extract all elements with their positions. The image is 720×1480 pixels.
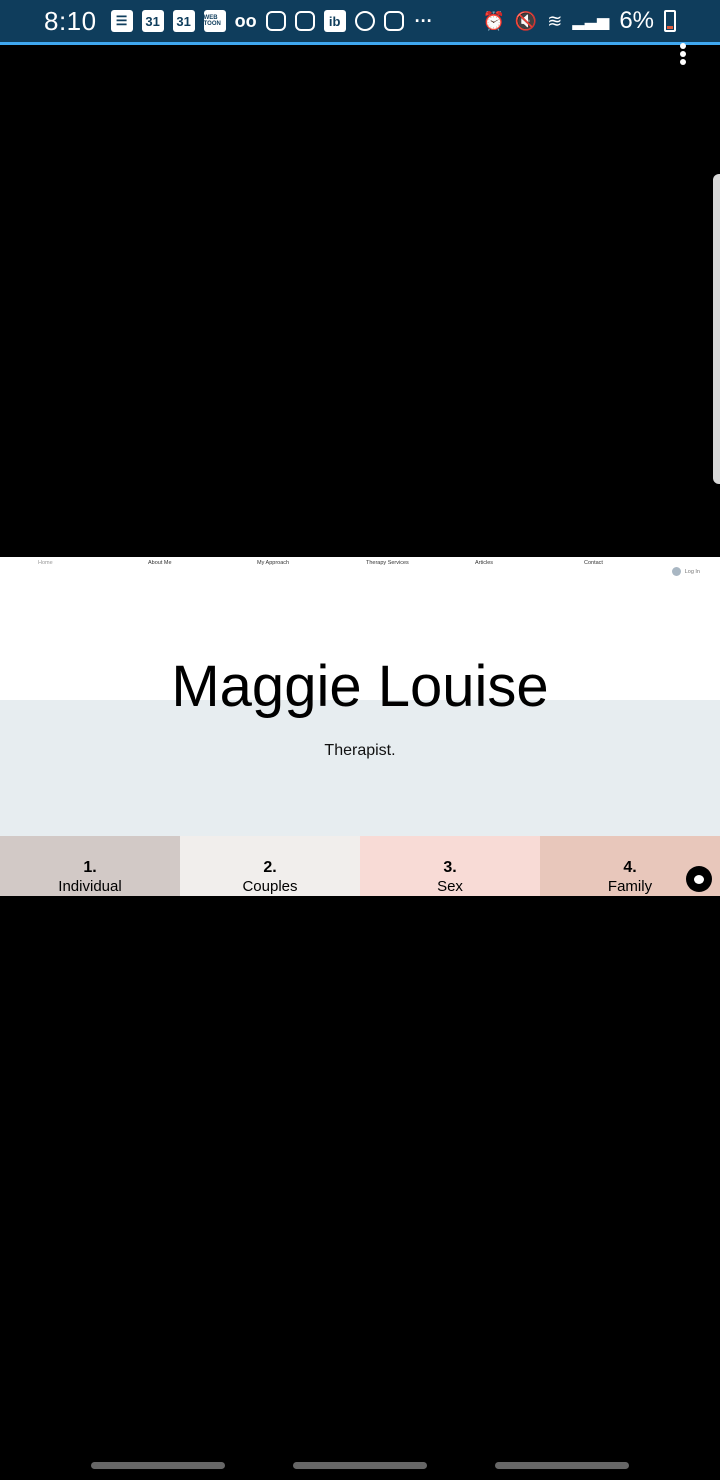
accent-line — [0, 42, 720, 45]
nav-about-me[interactable]: About Me — [148, 560, 172, 566]
site-subtitle: Therapist. — [324, 742, 396, 759]
site-title: Maggie Louise — [171, 654, 549, 719]
website-preview: Home About Me My Approach Therapy Servic… — [0, 557, 720, 896]
ib-icon: ib — [323, 10, 346, 32]
alarm-icon: ⏰ — [482, 10, 505, 31]
wifi-icon: ≋ — [547, 10, 563, 31]
service-card-sex[interactable]: 3. Sex — [360, 836, 540, 896]
service-card-individual[interactable]: 1. Individual — [0, 836, 180, 896]
message-icon: ☰ — [110, 10, 133, 32]
nav-home[interactable]: Home — [38, 560, 53, 566]
chat-bubble-icon — [694, 874, 704, 884]
card-label: Couples — [242, 878, 298, 895]
edge-panel-handle[interactable] — [713, 174, 720, 484]
calendar-icon: 31 — [141, 10, 164, 32]
signal-icon: ▂▃▅ — [572, 13, 610, 30]
chat-button[interactable] — [686, 866, 712, 892]
card-number: 2. — [263, 859, 277, 876]
mute-icon: 🔇 — [514, 10, 538, 31]
hero-band — [0, 700, 720, 836]
battery-percent: 6% — [619, 7, 654, 34]
whatsapp-icon — [354, 11, 375, 31]
calendar-icon: 31 — [172, 10, 195, 32]
gesture-hint-left[interactable] — [91, 1462, 225, 1469]
battery-icon — [664, 10, 676, 32]
login-button[interactable]: Log In — [671, 567, 700, 576]
gesture-hint-home[interactable] — [293, 1462, 427, 1469]
nav-my-approach[interactable]: My Approach — [257, 560, 289, 566]
gesture-hint-right[interactable] — [495, 1462, 629, 1469]
status-time: 8:10 — [44, 5, 97, 36]
nav-articles[interactable]: Articles — [475, 560, 493, 566]
card-label: Sex — [437, 878, 463, 895]
status-bar: 8:10 ☰ 31 31 WEB TOON oo ib ··· ⏰ 🔇 ≋ ▂▃… — [0, 0, 720, 42]
nav-contact[interactable]: Contact — [584, 560, 603, 566]
service-cards: 1. Individual 2. Couples 3. Sex 4. Famil… — [0, 836, 720, 896]
more-dots-icon: ··· — [414, 10, 433, 31]
voicemail-icon: oo — [234, 10, 257, 31]
webtoon-icon: WEB TOON — [203, 10, 226, 32]
card-number: 1. — [83, 859, 97, 876]
instagram-icon — [294, 11, 315, 31]
site-nav: Home About Me My Approach Therapy Servic… — [0, 557, 720, 571]
system-status: ⏰ 🔇 ≋ ▂▃▅ 6% — [482, 0, 676, 42]
nav-therapy-services[interactable]: Therapy Services — [366, 560, 409, 566]
card-label: Individual — [58, 878, 122, 895]
more-options-icon[interactable] — [679, 42, 687, 65]
service-card-couples[interactable]: 2. Couples — [180, 836, 360, 896]
gesture-hints — [0, 1462, 720, 1470]
login-label: Log In — [684, 568, 700, 575]
card-number: 3. — [443, 859, 457, 876]
avatar-icon — [671, 567, 681, 576]
instagram-icon — [383, 11, 404, 31]
instagram-icon — [265, 11, 286, 31]
notification-icons: ☰ 31 31 WEB TOON oo ib ··· — [110, 10, 435, 32]
